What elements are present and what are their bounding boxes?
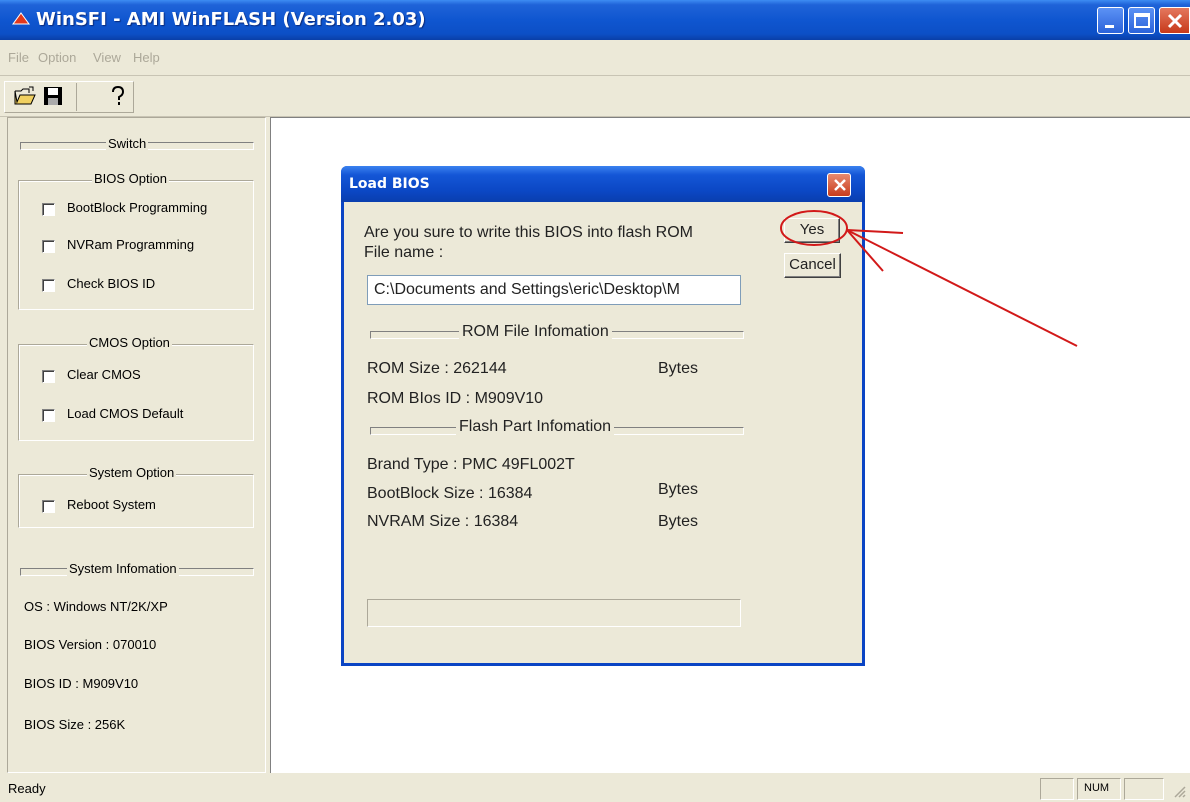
bootblock-programming-label[interactable]: BootBlock Programming (67, 200, 207, 215)
system-option-label: System Option (87, 465, 177, 480)
menu-help[interactable]: Help (133, 50, 160, 65)
bios-size-info: BIOS Size : 256K (24, 717, 126, 732)
toolbar (0, 77, 1190, 117)
status-text: Ready (8, 781, 46, 796)
open-icon (14, 86, 36, 105)
save-icon (44, 87, 62, 105)
help-button[interactable] (105, 83, 131, 109)
open-button[interactable] (12, 83, 38, 109)
rom-info-label: ROM File Infomation (459, 323, 612, 341)
clear-cmos-label[interactable]: Clear CMOS (67, 367, 141, 382)
status-pane-scroll (1124, 778, 1164, 800)
check-bios-id-label[interactable]: Check BIOS ID (67, 276, 155, 291)
bootblock-programming-checkbox[interactable] (42, 203, 55, 216)
cmos-option-group (18, 344, 254, 441)
close-button[interactable] (1159, 7, 1190, 34)
app-window: WinSFI - AMI WinFLASH (Version 2.03) Fil… (0, 0, 1190, 802)
reboot-system-label[interactable]: Reboot System (67, 497, 156, 512)
bios-version-info: BIOS Version : 070010 (24, 637, 157, 652)
rom-size: ROM Size : 262144 (367, 360, 507, 377)
reboot-system-checkbox[interactable] (42, 500, 55, 513)
flash-info-label: Flash Part Infomation (456, 418, 615, 436)
bootblock-size: BootBlock Size : 16384 (367, 485, 533, 502)
nvram-size: NVRAM Size : 16384 (367, 513, 519, 530)
toolbar-separator (76, 83, 77, 111)
nvram-size-unit: Bytes (658, 513, 699, 530)
app-icon (12, 12, 30, 25)
rom-bios-id: ROM BIos ID : M909V10 (367, 390, 544, 407)
maximize-button[interactable] (1128, 7, 1155, 34)
bootblock-size-unit: Bytes (658, 481, 699, 498)
rom-size-unit: Bytes (658, 360, 699, 377)
clear-cmos-checkbox[interactable] (42, 370, 55, 383)
save-button[interactable] (40, 83, 66, 109)
menu-bar: File Option View Help (0, 40, 1190, 76)
nvram-programming-label[interactable]: NVRam Programming (67, 237, 194, 252)
menu-file[interactable]: File (8, 50, 29, 65)
nvram-programming-checkbox[interactable] (42, 240, 55, 253)
menu-view[interactable]: View (93, 50, 121, 65)
confirm-question: Are you sure to write this BIOS into fla… (364, 224, 694, 241)
status-pane-num: NUM (1077, 778, 1121, 800)
options-panel: Switch BIOS Option BootBlock Programming… (7, 117, 266, 773)
yes-button[interactable]: Yes (784, 218, 840, 243)
check-bios-id-checkbox[interactable] (42, 279, 55, 292)
os-info: OS : Windows NT/2K/XP (24, 599, 168, 614)
minimize-button[interactable] (1097, 7, 1124, 34)
load-cmos-default-label[interactable]: Load CMOS Default (67, 406, 183, 421)
switch-label: Switch (106, 136, 149, 151)
title-bar[interactable]: WinSFI - AMI WinFLASH (Version 2.03) (0, 0, 1190, 40)
window-title: WinSFI - AMI WinFLASH (Version 2.03) (36, 9, 426, 30)
status-bar: Ready NUM (0, 775, 1190, 802)
minimize-icon (1105, 25, 1114, 28)
file-name-field[interactable]: C:\Documents and Settings\eric\Desktop\M (367, 275, 741, 305)
dialog-close-button[interactable] (827, 173, 851, 197)
cmos-option-label: CMOS Option (87, 335, 172, 350)
maximize-icon (1134, 13, 1150, 28)
system-info-label: System Infomation (67, 561, 179, 576)
status-pane-caps (1040, 778, 1074, 800)
close-icon (1167, 13, 1183, 29)
brand-type: Brand Type : PMC 49FL002T (367, 456, 575, 473)
bios-option-label: BIOS Option (92, 171, 169, 186)
load-cmos-default-checkbox[interactable] (42, 409, 55, 422)
resize-grip-icon[interactable] (1172, 784, 1186, 798)
load-bios-dialog: Load BIOS Are you sure to write this BIO… (341, 166, 865, 666)
menu-option[interactable]: Option (38, 50, 76, 65)
cancel-button[interactable]: Cancel (784, 253, 841, 278)
bios-id-info: BIOS ID : M909V10 (24, 676, 139, 691)
help-icon (112, 85, 125, 105)
file-name-label: File name : (364, 244, 444, 261)
close-icon (834, 179, 846, 191)
flash-progress-bar (367, 599, 741, 627)
dialog-title: Load BIOS (349, 176, 430, 192)
dialog-body: Are you sure to write this BIOS into fla… (344, 202, 862, 663)
dialog-title-bar[interactable]: Load BIOS (341, 166, 865, 202)
